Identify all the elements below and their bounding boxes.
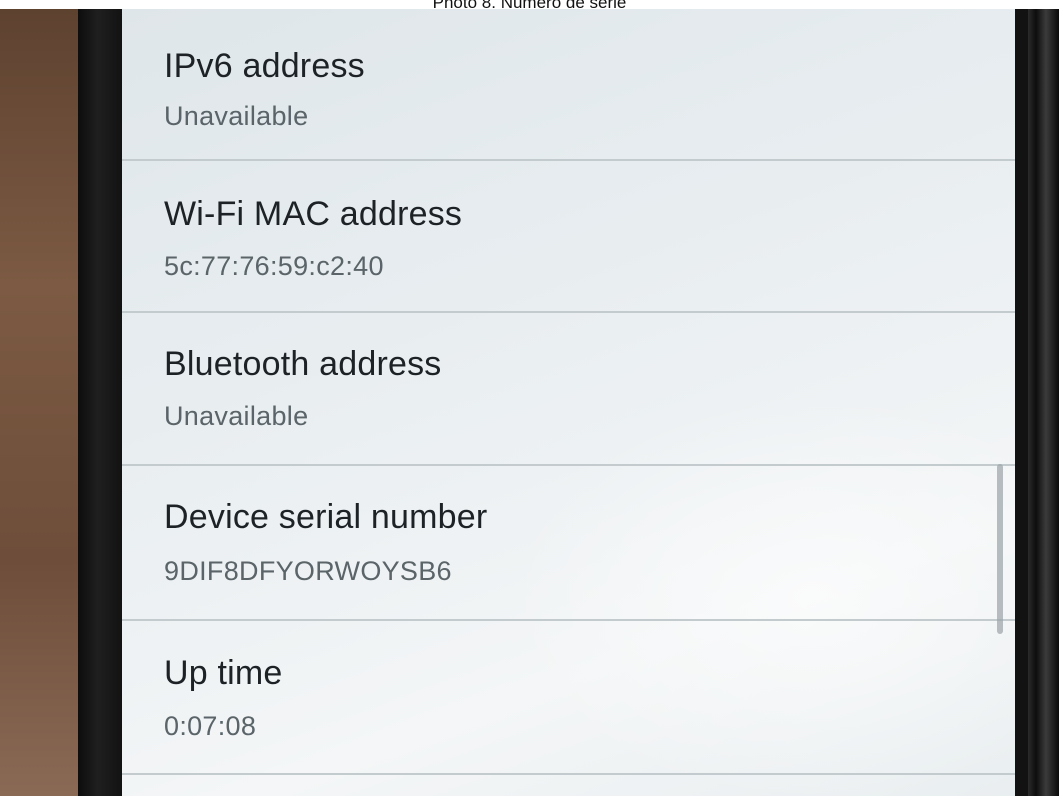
setting-title: Wi-Fi MAC address (164, 195, 463, 233)
scrollbar[interactable] (997, 464, 1003, 634)
phone-right-edge (1028, 9, 1059, 796)
setting-value: 9DIF8DFYORWOYSB6 (164, 556, 452, 586)
wooden-table (0, 9, 82, 796)
photo-scene: IPv6 address Unavailable Wi-Fi MAC addre… (0, 9, 1059, 796)
setting-title: IPv6 address (164, 47, 365, 85)
photo-caption: Photo 8. Numéro de série (432, 0, 627, 12)
setting-value: Unavailable (164, 401, 309, 431)
setting-value: 5c:77:76:59:c2:40 (164, 251, 384, 281)
setting-title: Up time (164, 654, 283, 692)
divider (122, 773, 1015, 775)
setting-device-serial-number[interactable]: Device serial number 9DIF8DFYORWOYSB6 (122, 466, 1015, 620)
phone-screen: IPv6 address Unavailable Wi-Fi MAC addre… (122, 9, 1015, 796)
setting-wifi-mac-address[interactable]: Wi-Fi MAC address 5c:77:76:59:c2:40 (122, 161, 1015, 315)
setting-value: Unavailable (164, 101, 309, 131)
setting-title: Device serial number (164, 498, 488, 536)
photo: Photo 8. Numéro de série IPv6 address Un… (0, 0, 1059, 796)
setting-up-time[interactable]: Up time 0:07:08 (122, 621, 1015, 775)
setting-ipv6-address[interactable]: IPv6 address Unavailable (122, 9, 1015, 163)
setting-title: Bluetooth address (164, 345, 442, 383)
setting-bluetooth-address[interactable]: Bluetooth address Unavailable (122, 313, 1015, 467)
setting-value: 0:07:08 (164, 711, 257, 741)
